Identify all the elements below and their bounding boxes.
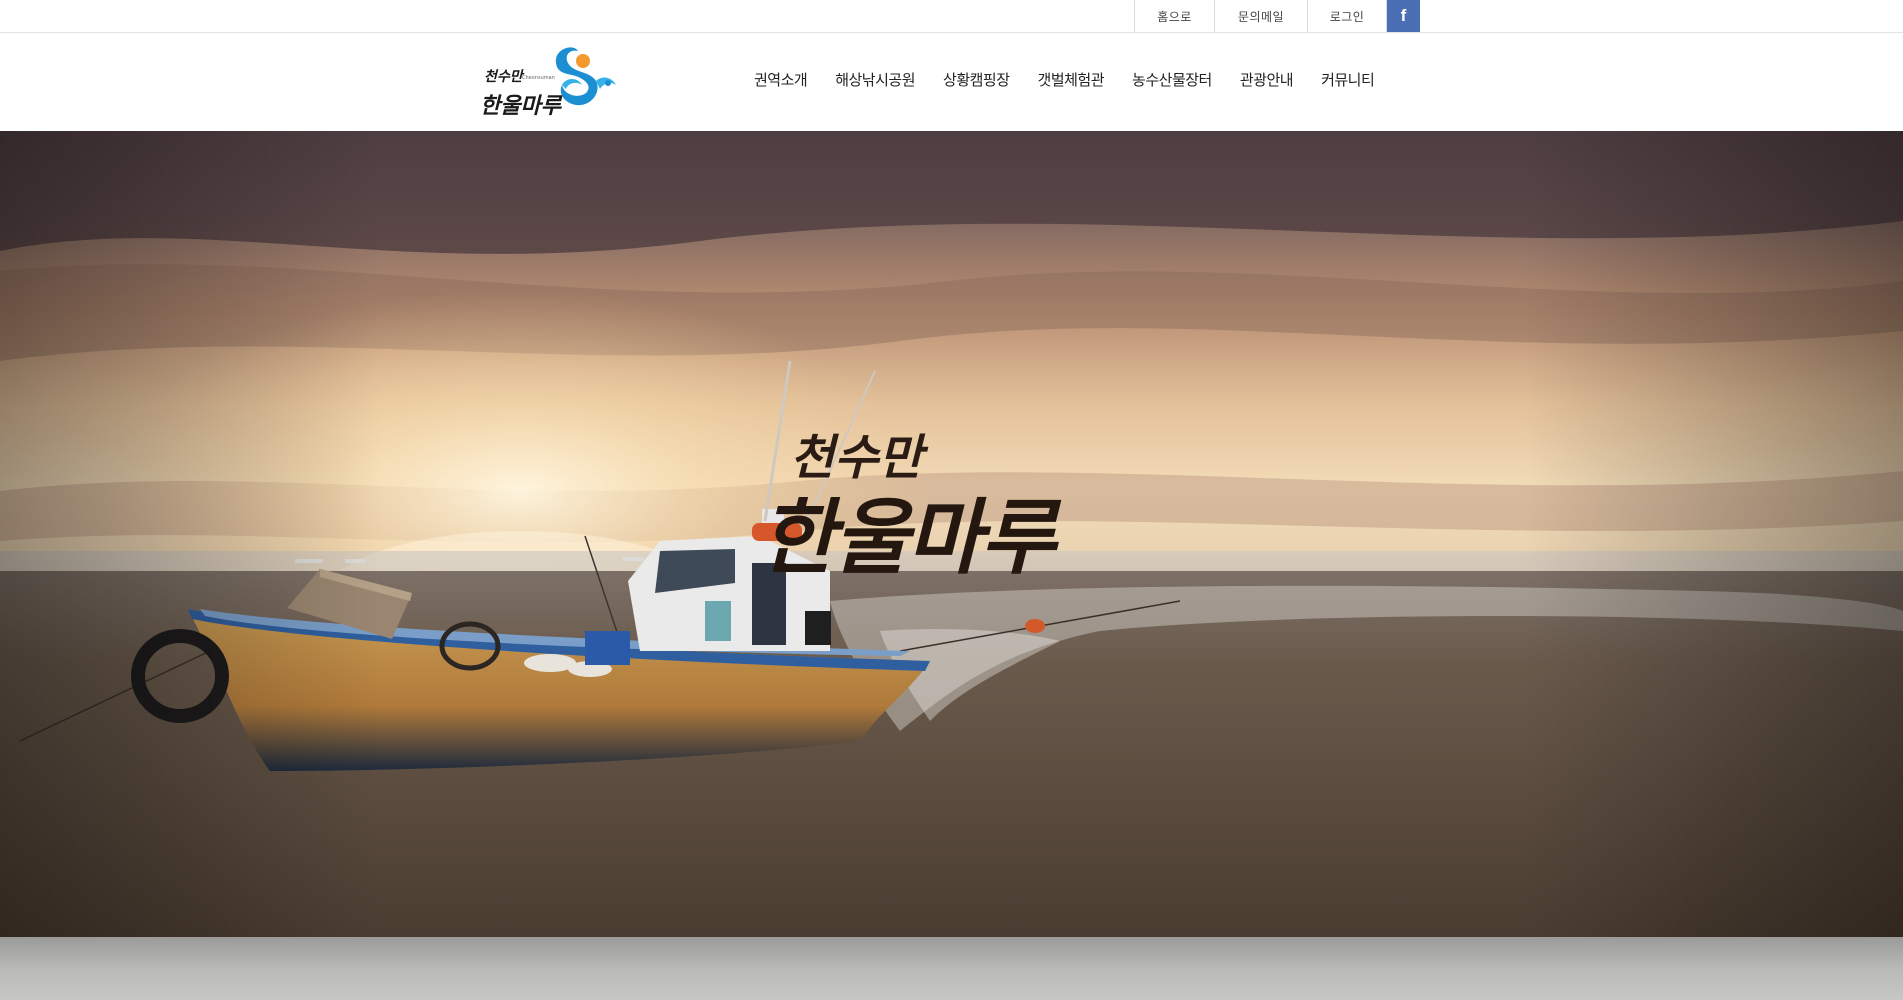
nav-item-camping[interactable]: 상황캠핑장 [943, 69, 1010, 90]
home-link[interactable]: 홈으로 [1134, 0, 1214, 32]
utility-bar: 홈으로 문의메일 로그인 f [0, 0, 1903, 33]
login-link[interactable]: 로그인 [1307, 0, 1387, 32]
nav-item-market[interactable]: 농수산물장터 [1132, 69, 1212, 90]
logo-mark: 천수만 한울마루 Cheonsuman [480, 47, 616, 119]
main-navigation: 권역소개 해상낚시공원 상황캠핑장 갯벌체험관 농수산물장터 관광안내 커뮤니티 [754, 69, 1375, 90]
hero-title-main: 한울마루 [760, 490, 1061, 586]
contact-mail-link[interactable]: 문의메일 [1214, 0, 1307, 32]
hero-title-top: 천수만 [790, 430, 929, 486]
site-logo[interactable]: 천수만 한울마루 Cheonsuman [478, 41, 626, 123]
site-header: 천수만 한울마루 Cheonsuman 권역소개 해상낚시공원 상황캠핑장 갯벌… [0, 33, 1903, 131]
nav-item-sea-fishing-park[interactable]: 해상낚시공원 [835, 69, 915, 90]
nav-item-tourism[interactable]: 관광안내 [1240, 69, 1294, 90]
hero-calligraphy: 천수만 한울마루 [760, 430, 1063, 586]
hero-title: 천수만 한울마루 [760, 416, 1140, 616]
logo-title-main: 한울마루 [480, 93, 563, 119]
nav-item-mudflat-center[interactable]: 갯벌체험관 [1038, 69, 1105, 90]
content-section [0, 937, 1903, 1000]
nav-item-community[interactable]: 커뮤니티 [1321, 69, 1375, 90]
utility-links: 홈으로 문의메일 로그인 f [1134, 0, 1420, 32]
logo-small-text: Cheonsuman [522, 75, 555, 81]
logo-title-top: 천수만 [484, 69, 525, 85]
facebook-icon[interactable]: f [1387, 0, 1420, 32]
hero-banner: 천수만 한울마루 [0, 131, 1903, 937]
nav-item-area-intro[interactable]: 권역소개 [754, 69, 808, 90]
